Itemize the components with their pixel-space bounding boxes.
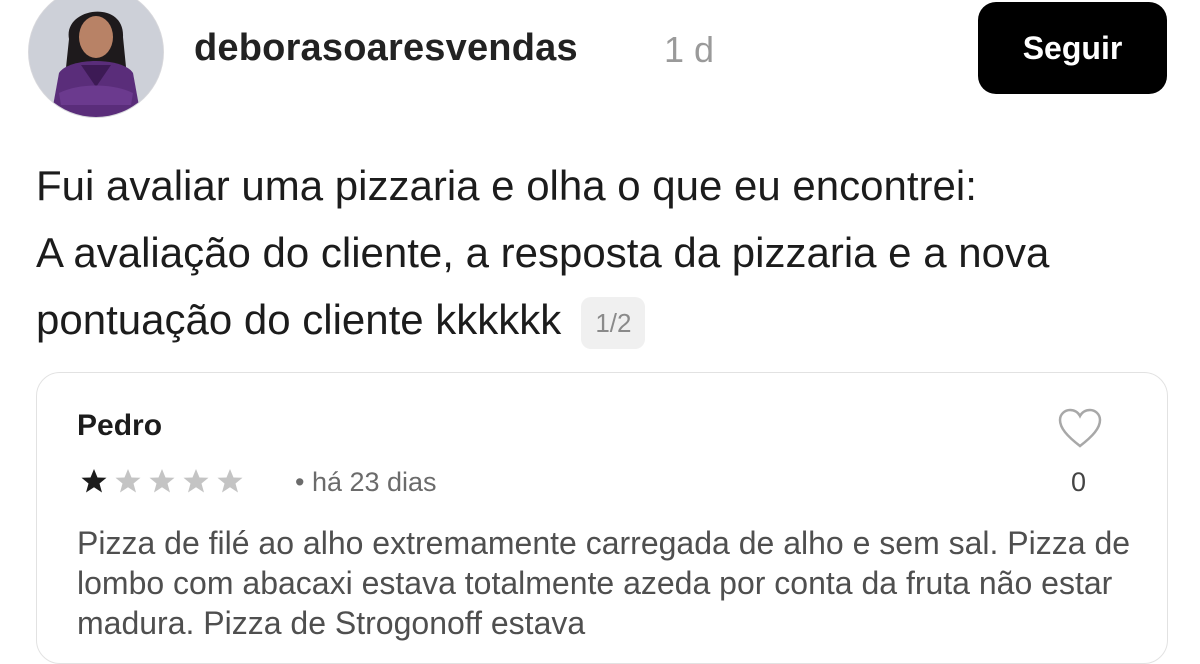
rating-stars xyxy=(81,468,243,494)
review-date: • há 23 dias xyxy=(295,467,437,497)
caption-line: A avaliação do cliente, a resposta da pi… xyxy=(36,229,1050,276)
review-text: Pizza de filé ao alho extremamente carre… xyxy=(77,525,1131,641)
caption-line-last: pontuação do cliente kkkkkk 1/2 xyxy=(36,286,1186,353)
post-username[interactable]: deborasoaresvendas xyxy=(194,27,578,70)
profile-photo xyxy=(29,0,163,117)
caption-line: Fui avaliar uma pizzaria e olha o que eu… xyxy=(36,162,977,209)
star-empty-icon xyxy=(149,469,175,493)
like-count: 0 xyxy=(1071,467,1087,497)
post-timestamp: 1 d xyxy=(664,29,715,70)
review-card: Pedro • há 23 dias 0 Pizza de filé ao al… xyxy=(36,372,1168,664)
star-filled-icon xyxy=(81,469,107,493)
heart-icon[interactable] xyxy=(1057,407,1103,449)
avatar[interactable] xyxy=(28,0,164,118)
caption-line-text: pontuação do cliente kkkkkk xyxy=(36,296,562,343)
star-empty-icon xyxy=(183,469,209,493)
post-caption: Fui avaliar uma pizzaria e olha o que eu… xyxy=(36,152,1186,353)
star-empty-icon xyxy=(115,469,141,493)
image-pager-badge: 1/2 xyxy=(581,296,646,349)
follow-button[interactable]: Seguir xyxy=(978,2,1167,94)
star-empty-icon xyxy=(217,469,243,493)
reviewer-name: Pedro xyxy=(77,409,163,442)
